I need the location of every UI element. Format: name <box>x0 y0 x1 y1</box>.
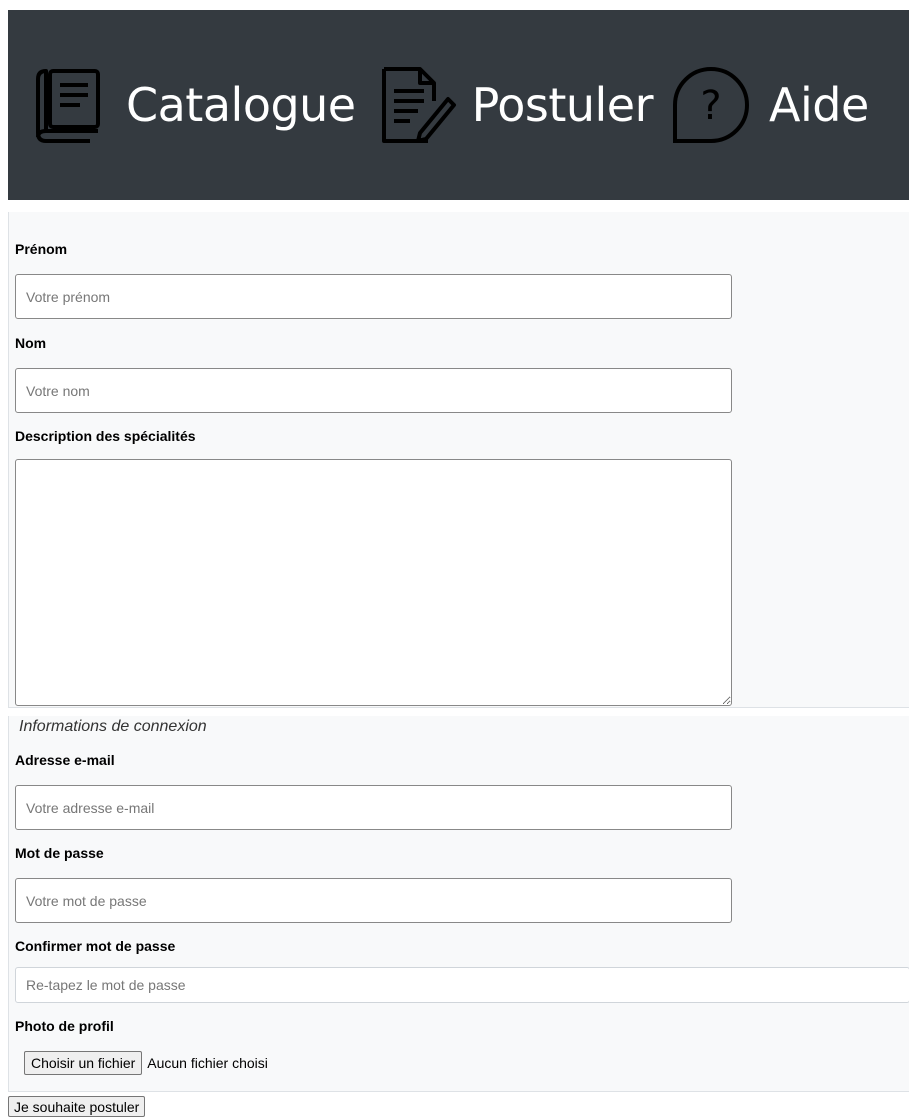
nav-item-catalogue[interactable]: Catalogue <box>24 61 356 149</box>
email-input[interactable] <box>15 785 732 830</box>
personal-info-fieldset: Prénom Nom Description des spécialités <box>8 212 909 708</box>
password-label: Mot de passe <box>15 845 104 861</box>
login-legend: Informations de connexion <box>19 718 207 735</box>
nav-label-aide: Aide <box>769 78 869 132</box>
submit-application-button[interactable]: Je souhaite postuler <box>8 1096 146 1117</box>
nav-label-postuler: Postuler <box>471 78 654 132</box>
photo-file-picker: Choisir un fichier Aucun fichier choisi <box>24 1049 909 1077</box>
email-label: Adresse e-mail <box>15 752 115 768</box>
login-info-fieldset: Informations de connexion Adresse e-mail… <box>8 716 909 1092</box>
document-pen-icon <box>370 61 458 149</box>
lastname-input[interactable] <box>15 368 732 413</box>
confirm-password-input[interactable] <box>15 967 909 1003</box>
description-label: Description des spécialités <box>15 428 196 444</box>
photo-label: Photo de profil <box>15 1018 114 1034</box>
lastname-label: Nom <box>15 335 47 351</box>
description-textarea[interactable] <box>15 459 732 706</box>
svg-text:?: ? <box>700 83 721 129</box>
top-navbar: Catalogue Postuler ? Aide <box>8 10 909 200</box>
choose-file-button[interactable]: Choisir un fichier <box>24 1051 143 1075</box>
question-bubble-icon: ? <box>667 61 755 149</box>
catalogue-book-icon <box>24 61 112 149</box>
nav-item-postuler[interactable]: Postuler <box>370 61 654 149</box>
application-form: Prénom Nom Description des spécialités I… <box>8 212 909 1092</box>
nav-label-catalogue: Catalogue <box>126 78 356 132</box>
nav-item-aide[interactable]: ? Aide <box>667 61 869 149</box>
firstname-input[interactable] <box>15 274 732 319</box>
firstname-label: Prénom <box>15 241 68 257</box>
password-input[interactable] <box>15 878 732 923</box>
file-status-text: Aucun fichier choisi <box>147 1055 268 1071</box>
confirm-password-label: Confirmer mot de passe <box>15 938 176 954</box>
